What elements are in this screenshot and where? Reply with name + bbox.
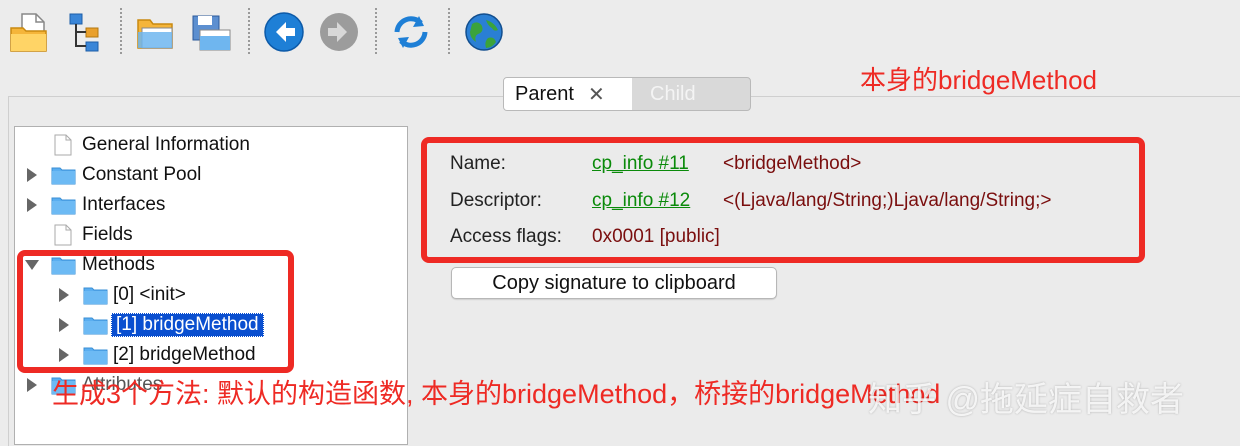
tree-item-label: Fields bbox=[82, 224, 133, 245]
refresh-icon[interactable] bbox=[389, 10, 433, 54]
folder-icon bbox=[51, 197, 76, 215]
tree-item-label: Interfaces bbox=[82, 194, 166, 215]
back-icon[interactable] bbox=[262, 10, 306, 54]
open-file-icon[interactable] bbox=[8, 10, 52, 54]
close-icon[interactable]: ✕ bbox=[588, 82, 605, 107]
forward-icon[interactable] bbox=[317, 10, 361, 54]
tree-item-general-information[interactable]: General Information bbox=[15, 130, 409, 160]
toolbar-separator bbox=[120, 8, 122, 54]
tree-item-interfaces[interactable]: Interfaces bbox=[15, 190, 409, 220]
document-icon bbox=[54, 134, 72, 156]
expand-arrow-icon[interactable] bbox=[27, 198, 37, 212]
annotation-box-detail bbox=[421, 137, 1145, 263]
tree-item-label: Constant Pool bbox=[82, 164, 202, 185]
expand-arrow-icon[interactable] bbox=[27, 168, 37, 182]
watermark: 知乎 @拖延症自救者 bbox=[868, 381, 1184, 419]
save-icon[interactable] bbox=[188, 10, 232, 54]
toolbar-separator bbox=[375, 8, 377, 54]
open-folder-icon[interactable] bbox=[134, 10, 178, 54]
tab-parent-label: Parent bbox=[515, 82, 574, 105]
toolbar bbox=[0, 0, 1240, 62]
copy-signature-button[interactable]: Copy signature to clipboard bbox=[451, 267, 777, 299]
tree-item-constant-pool[interactable]: Constant Pool bbox=[15, 160, 409, 190]
folder-icon bbox=[51, 167, 76, 185]
annotation-box-methods bbox=[17, 250, 294, 373]
toolbar-separator bbox=[248, 8, 250, 54]
expand-arrow-icon[interactable] bbox=[27, 378, 37, 392]
document-icon bbox=[54, 224, 72, 246]
tree-structure-icon[interactable] bbox=[64, 10, 108, 54]
tree-item-label: General Information bbox=[82, 134, 250, 155]
annotation-top: 本身的bridgeMethod bbox=[860, 65, 1097, 95]
tab-child[interactable]: Child bbox=[632, 78, 750, 110]
tab-bar: Parent ✕ Child bbox=[503, 77, 751, 111]
annotation-bottom: 生成3个方法: 默认的构造函数, 本身的bridgeMethod，桥接的brid… bbox=[52, 379, 941, 409]
web-icon[interactable] bbox=[462, 10, 506, 54]
tab-parent[interactable]: Parent ✕ bbox=[504, 78, 632, 110]
toolbar-separator bbox=[448, 8, 450, 54]
tree-item-fields[interactable]: Fields bbox=[15, 220, 409, 250]
